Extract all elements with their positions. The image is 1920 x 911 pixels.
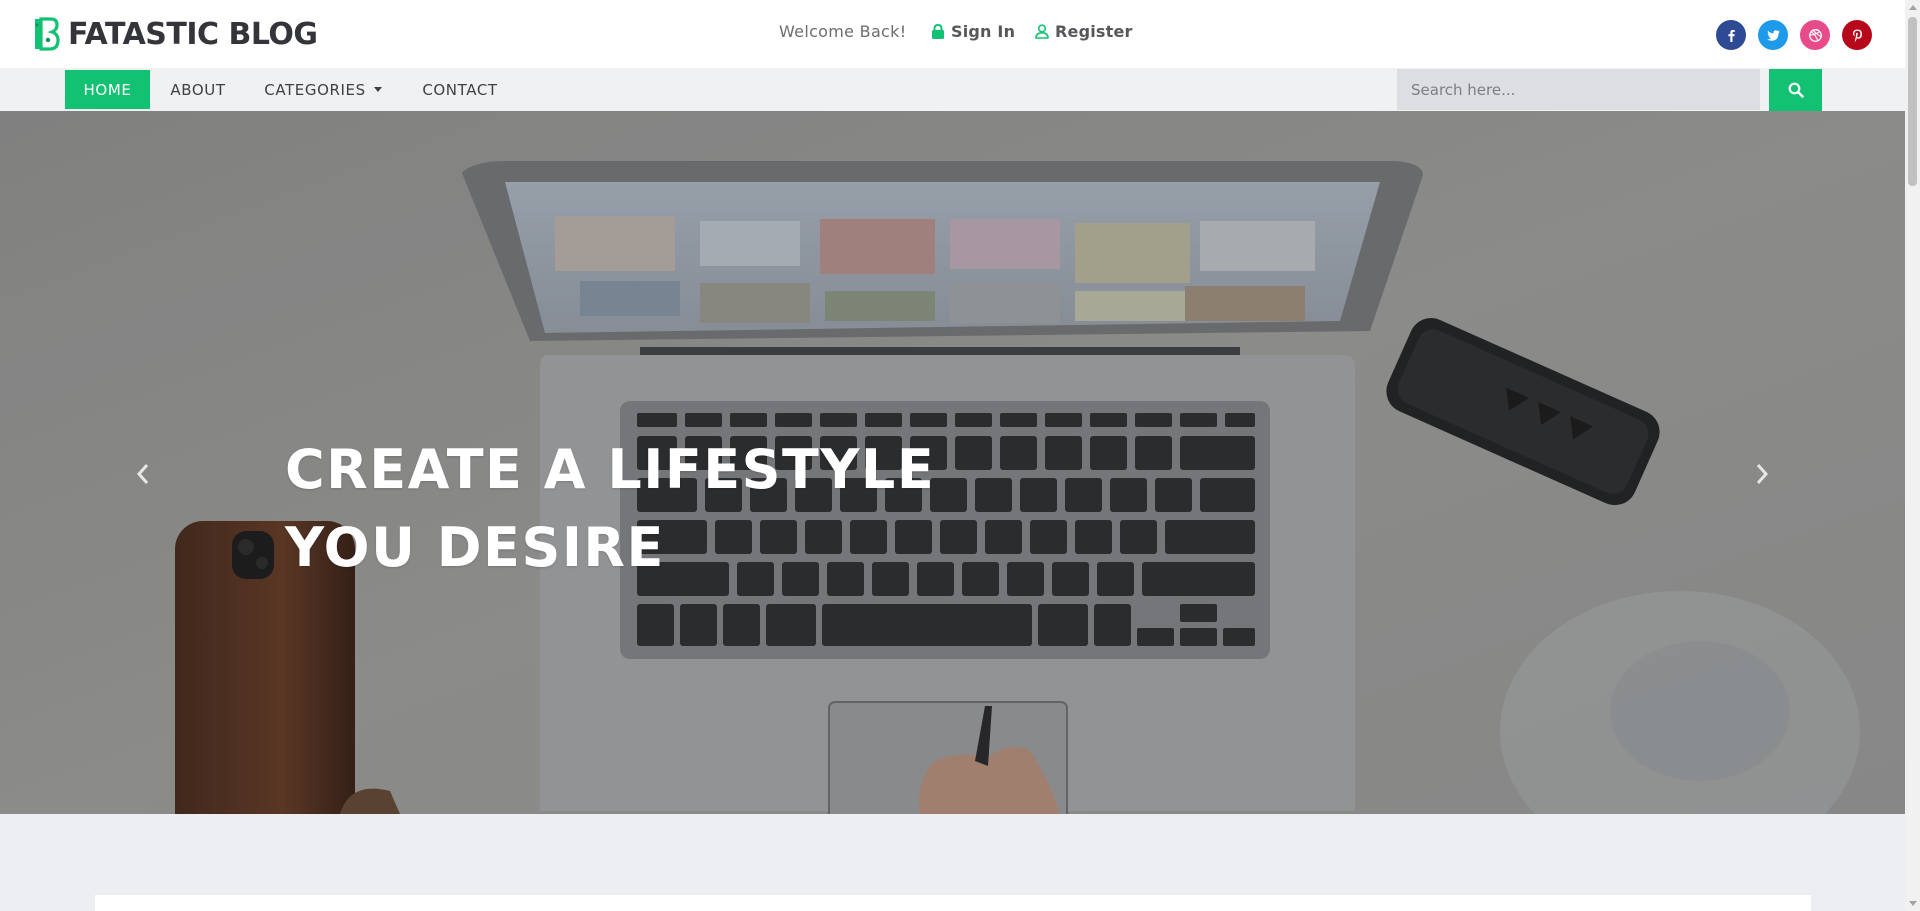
facebook-icon[interactable] [1716,20,1746,50]
nav-item-categories[interactable]: CATEGORIES [252,70,394,109]
main-navbar: HOME ABOUT CATEGORIES CONTACT [0,68,1905,111]
logo-text: FATASTIC BLOG [68,16,318,52]
pinterest-icon[interactable] [1842,20,1872,50]
top-header: FATASTIC BLOG Welcome Back! Sign In Regi… [0,0,1905,68]
chevron-right-icon [1756,464,1769,484]
caret-down-icon [373,87,382,92]
page-scrollbar[interactable] [1905,0,1920,911]
nav-item-contact-label: CONTACT [422,80,498,99]
sign-in-link[interactable]: Sign In [931,22,1015,41]
nav-item-home-label: HOME [83,80,132,99]
slider-prev-button[interactable] [128,449,158,499]
twitter-icon[interactable] [1758,20,1788,50]
hero-title-line-2: YOU DESIRE [285,516,665,579]
sign-in-label: Sign In [951,22,1016,41]
user-icon [1035,24,1049,39]
nav-item-about-label: ABOUT [170,80,226,99]
logo-mark-icon [35,17,60,51]
scroll-down-icon[interactable] [1909,901,1917,906]
nav-item-contact[interactable]: CONTACT [410,70,510,109]
nav-item-about[interactable]: ABOUT [159,70,237,109]
scroll-thumb[interactable] [1908,17,1917,186]
hero-title-line-1: CREATE A LIFESTYLE [285,438,936,501]
social-links [1716,20,1872,50]
hero-slider: CREATE A LIFESTYLE YOU DESIRE [0,111,1905,814]
nav-item-home[interactable]: HOME [65,70,150,109]
hero-title: CREATE A LIFESTYLE YOU DESIRE [285,431,935,587]
dribbble-icon[interactable] [1800,20,1830,50]
search-input[interactable] [1397,69,1760,110]
search-button[interactable] [1769,69,1822,111]
chevron-left-icon [136,464,149,484]
search-icon [1788,82,1804,98]
register-label: Register [1055,22,1133,41]
slider-next-button[interactable] [1747,449,1777,499]
register-link[interactable]: Register [1035,22,1133,41]
lock-icon [932,24,944,39]
scroll-up-icon[interactable] [1909,5,1917,10]
nav-item-categories-label: CATEGORIES [264,80,366,99]
welcome-text: Welcome Back! [779,22,907,41]
content-card [95,895,1811,911]
site-logo[interactable]: FATASTIC BLOG [32,14,318,54]
